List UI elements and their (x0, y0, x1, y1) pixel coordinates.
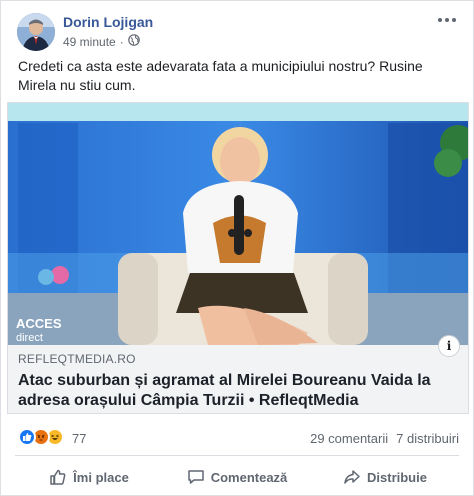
comment-button[interactable]: Comentează (163, 459, 311, 495)
share-icon (343, 468, 361, 486)
reaction-count[interactable]: 77 (72, 431, 86, 446)
more-options-icon[interactable] (435, 11, 459, 29)
author-name[interactable]: Dorin Lojigan (63, 14, 153, 30)
link-preview-image[interactable]: ACCES direct (8, 103, 468, 345)
watermark-direct: direct (16, 332, 43, 344)
actions-divider (15, 455, 459, 456)
avatar-image (17, 13, 55, 51)
comments-count[interactable]: 29 comentarii (310, 431, 388, 446)
link-preview-card[interactable]: ACCES direct i REFLEQTMEDIA.RO Atac subu… (7, 102, 469, 414)
link-preview-info[interactable]: REFLEQTMEDIA.RO Atac suburban și agramat… (18, 352, 458, 411)
link-headline[interactable]: Atac suburban și agramat al Mirelei Bour… (18, 371, 458, 411)
meta-separator: · (119, 34, 124, 49)
link-domain: REFLEQTMEDIA.RO (18, 352, 136, 366)
comment-label: Comentează (210, 469, 288, 485)
reactions-bar: 77 29 comentarii 7 distribuiri (18, 428, 459, 448)
post-meta: 49 minute · (63, 34, 140, 49)
post-actions: Îmi place Comentează Distribuie (15, 459, 459, 495)
post-header: Dorin Lojigan 49 minute · (15, 11, 459, 53)
facebook-post: Dorin Lojigan 49 minute · Credeti ca ast… (0, 0, 474, 496)
like-button[interactable]: Îmi place (15, 459, 163, 495)
share-button[interactable]: Distribuie (311, 459, 459, 495)
post-time[interactable]: 49 minute (63, 35, 116, 49)
share-label: Distribuie (367, 469, 427, 485)
like-icon (18, 428, 36, 446)
post-message: Credeti ca asta este adevarata fata a mu… (18, 58, 423, 93)
reaction-icons[interactable] (18, 428, 64, 446)
author-avatar[interactable] (17, 13, 55, 51)
shares-count[interactable]: 7 distribuiri (396, 431, 459, 446)
globe-icon[interactable] (127, 34, 140, 49)
comment-icon (187, 468, 205, 486)
like-label: Îmi place (73, 469, 129, 485)
post-stats: 29 comentarii 7 distribuiri (310, 431, 459, 446)
tv-studio-photo: ACCES direct (8, 103, 468, 345)
watermark-acces: ACCES (16, 316, 62, 331)
thumbs-up-icon (49, 468, 67, 486)
